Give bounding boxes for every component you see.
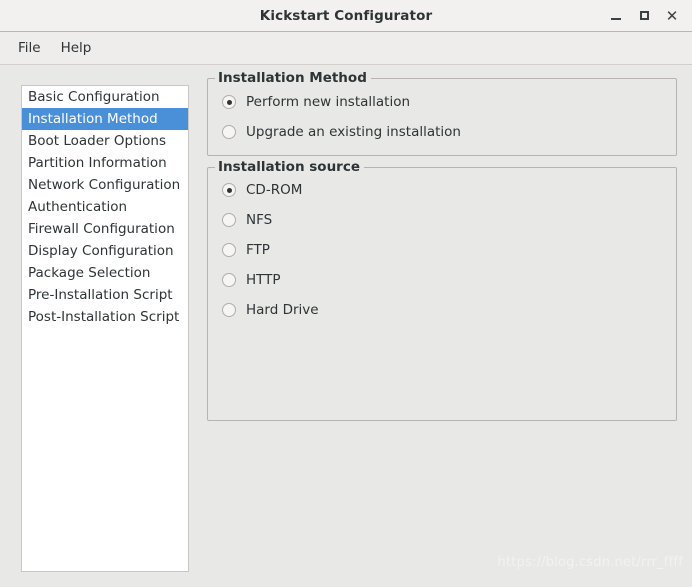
sidebar-item-basic-configuration[interactable]: Basic Configuration <box>22 86 188 108</box>
radio-label: Perform new installation <box>246 94 411 110</box>
radio-icon <box>222 213 236 227</box>
window-controls: ✕ <box>602 0 686 31</box>
radio-label: NFS <box>246 212 273 228</box>
main-content: Basic Configuration Installation Method … <box>0 65 692 587</box>
installation-method-group: Installation Method Perform new installa… <box>207 70 677 156</box>
radio-label: Hard Drive <box>246 302 319 318</box>
radio-hard-drive[interactable]: Hard Drive <box>222 302 319 318</box>
radio-icon <box>222 303 236 317</box>
close-icon: ✕ <box>665 6 679 25</box>
sidebar-item-authentication[interactable]: Authentication <box>22 196 188 218</box>
sidebar-item-network-configuration[interactable]: Network Configuration <box>22 174 188 196</box>
radio-label: Upgrade an existing installation <box>246 124 461 140</box>
radio-icon <box>222 95 236 109</box>
installation-source-title: Installation source <box>215 159 365 175</box>
radio-label: CD-ROM <box>246 182 303 198</box>
radio-label: FTP <box>246 242 270 258</box>
radio-cd-rom[interactable]: CD-ROM <box>222 182 302 198</box>
window-title: Kickstart Configurator <box>259 7 433 24</box>
minimize-icon <box>611 18 621 20</box>
menu-bar: File Help <box>0 32 692 65</box>
radio-icon <box>222 243 236 257</box>
installation-method-title: Installation Method <box>215 70 371 86</box>
title-bar: Kickstart Configurator ✕ <box>0 0 692 32</box>
radio-icon <box>222 125 236 139</box>
installation-source-group: Installation source CD-ROM NFS FTP HTTP … <box>207 159 677 421</box>
radio-label: HTTP <box>246 272 281 288</box>
radio-perform-new-installation[interactable]: Perform new installation <box>222 94 410 110</box>
sidebar-item-package-selection[interactable]: Package Selection <box>22 262 188 284</box>
sidebar-item-partition-information[interactable]: Partition Information <box>22 152 188 174</box>
menu-item-file[interactable]: File <box>8 36 51 60</box>
sidebar-item-post-installation-script[interactable]: Post-Installation Script <box>22 306 188 328</box>
radio-http[interactable]: HTTP <box>222 272 281 288</box>
section-list[interactable]: Basic Configuration Installation Method … <box>21 85 189 572</box>
radio-icon <box>222 183 236 197</box>
radio-upgrade-existing-installation[interactable]: Upgrade an existing installation <box>222 124 461 140</box>
close-button[interactable]: ✕ <box>658 3 686 29</box>
radio-icon <box>222 273 236 287</box>
sidebar-item-installation-method[interactable]: Installation Method <box>22 108 188 130</box>
watermark-text: https://blog.csdn.net/rrr_ffff <box>497 555 683 570</box>
sidebar-item-display-configuration[interactable]: Display Configuration <box>22 240 188 262</box>
application-window: Kickstart Configurator ✕ File Help Basic… <box>0 0 692 587</box>
minimize-button[interactable] <box>602 3 630 29</box>
sidebar-item-pre-installation-script[interactable]: Pre-Installation Script <box>22 284 188 306</box>
maximize-icon <box>639 11 649 20</box>
radio-nfs[interactable]: NFS <box>222 212 272 228</box>
menu-item-help[interactable]: Help <box>51 36 102 60</box>
radio-ftp[interactable]: FTP <box>222 242 270 258</box>
sidebar-item-boot-loader-options[interactable]: Boot Loader Options <box>22 130 188 152</box>
maximize-button[interactable] <box>630 3 658 29</box>
sidebar-item-firewall-configuration[interactable]: Firewall Configuration <box>22 218 188 240</box>
